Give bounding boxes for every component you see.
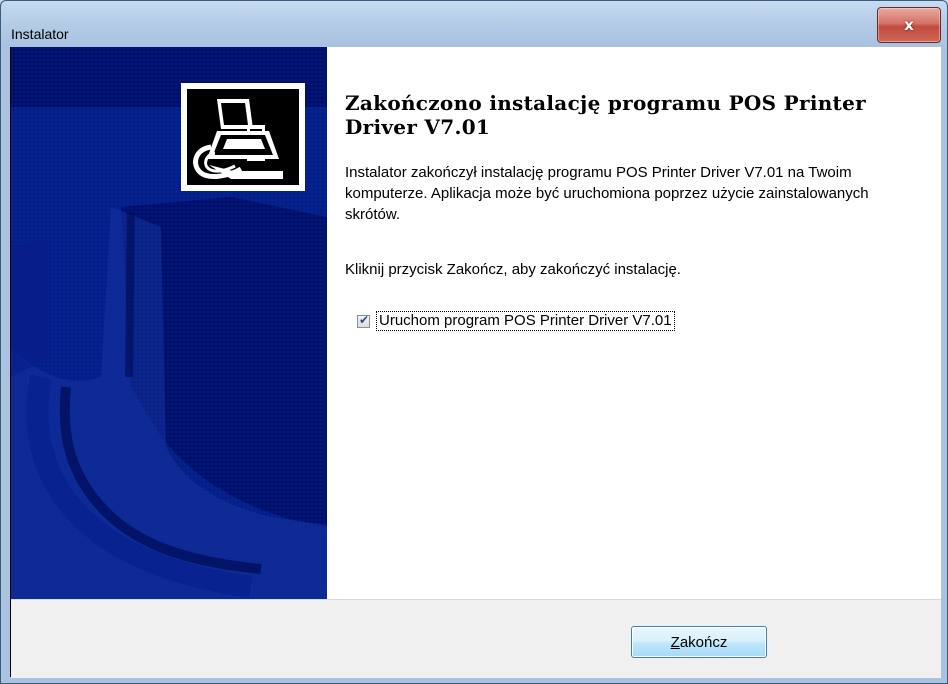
title-bar[interactable]: Instalator x — [1, 1, 947, 47]
wizard-content: Zakończono instalację programu POS Print… — [327, 47, 941, 599]
finish-instruction: Kliknij przycisk Zakończ, aby zakończyć … — [345, 261, 681, 278]
window-title: Instalator — [11, 26, 69, 42]
printer-installer-icon — [187, 89, 299, 185]
finish-button-accelerator: Z — [670, 633, 680, 651]
check-icon: ✔ — [359, 312, 370, 327]
run-program-label[interactable]: Uruchom program POS Printer Driver V7.01 — [376, 311, 675, 331]
run-program-checkbox[interactable]: ✔ — [357, 312, 370, 328]
finish-button[interactable]: Zakończ — [631, 626, 767, 658]
dialog-client-area: Zakończono instalację programu POS Print… — [10, 47, 941, 678]
button-bar: Zakończ — [11, 599, 941, 678]
finish-button-label: akończ — [679, 633, 728, 651]
close-button[interactable]: x — [877, 7, 941, 43]
run-program-option[interactable]: ✔ Uruchom program POS Printer Driver V7.… — [357, 311, 675, 331]
installer-logo — [181, 83, 305, 191]
wizard-side-banner — [11, 47, 327, 599]
page-title: Zakończono instalację programu POS Print… — [345, 91, 866, 139]
installer-window: Instalator x Zakończono instalację progr… — [0, 0, 948, 684]
close-icon: x — [904, 16, 914, 34]
finish-description: Instalator zakończył instalację programu… — [345, 164, 869, 223]
